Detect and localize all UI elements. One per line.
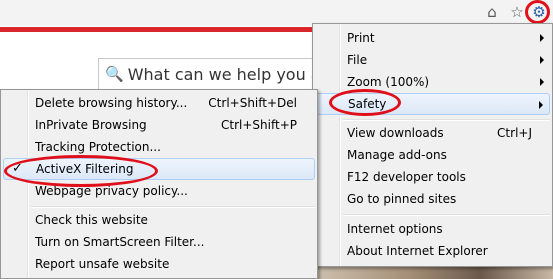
menu-item-label: Delete browsing history... — [35, 96, 188, 110]
search-icon: 🔍 — [105, 65, 124, 83]
menu-separator — [31, 206, 315, 208]
menu-item-label: Check this website — [35, 213, 148, 227]
menu-item-inprivate[interactable]: InPrivate Browsing Ctrl+Shift+P — [3, 114, 315, 136]
menu-item-shortcut: Ctrl+Shift+Del — [208, 96, 297, 110]
menu-item-activex-filtering[interactable]: ✓ ActiveX Filtering — [3, 158, 315, 180]
menu-item-file[interactable]: File — [315, 49, 550, 71]
menu-item-label: View downloads — [347, 126, 444, 140]
menu-item-print[interactable]: Print — [315, 27, 550, 49]
star-icon[interactable]: ☆ — [508, 3, 526, 21]
tools-menu: Print File Zoom (100%) Safety View downl… — [312, 23, 553, 267]
menu-item-label: Internet options — [347, 222, 443, 236]
menu-item-label: ActiveX Filtering — [36, 162, 134, 176]
gear-annotation-ring — [525, 0, 550, 24]
menu-item-pinned-sites[interactable]: Go to pinned sites — [315, 188, 550, 210]
menu-item-shortcut: Ctrl+Shift+P — [221, 118, 297, 132]
menu-separator — [343, 214, 550, 216]
menu-item-manage-addons[interactable]: Manage add-ons — [315, 144, 550, 166]
submenu-arrow-icon — [540, 78, 544, 86]
submenu-arrow-icon — [539, 101, 543, 109]
menu-item-f12-developer-tools[interactable]: F12 developer tools — [315, 166, 550, 188]
menu-item-tracking-protection[interactable]: Tracking Protection... — [3, 136, 315, 158]
menu-item-about[interactable]: About Internet Explorer — [315, 240, 550, 262]
menu-item-label: Manage add-ons — [347, 148, 447, 162]
menu-item-internet-options[interactable]: Internet options — [315, 218, 550, 240]
checkmark-icon: ✓ — [12, 161, 23, 176]
safety-submenu: Delete browsing history... Ctrl+Shift+De… — [0, 89, 318, 279]
menu-item-zoom[interactable]: Zoom (100%) — [315, 71, 550, 93]
menu-item-label: Turn on SmartScreen Filter... — [35, 235, 205, 249]
menu-item-label: InPrivate Browsing — [35, 118, 147, 132]
menu-item-safety[interactable]: Safety — [315, 93, 550, 115]
menu-item-smartscreen[interactable]: Turn on SmartScreen Filter... — [3, 231, 315, 253]
menu-item-label: Report unsafe website — [35, 257, 170, 271]
menu-item-label: Go to pinned sites — [347, 192, 457, 206]
menu-item-view-downloads[interactable]: View downloads Ctrl+J — [315, 122, 550, 144]
menu-item-label: File — [347, 53, 368, 67]
menu-item-label: F12 developer tools — [347, 170, 466, 184]
search-placeholder: What can we help you a — [127, 64, 321, 84]
home-icon[interactable]: ⌂ — [483, 3, 501, 21]
submenu-arrow-icon — [540, 34, 544, 42]
menu-item-shortcut: Ctrl+J — [497, 126, 532, 140]
site-search-input[interactable]: 🔍 What can we help you a — [98, 58, 338, 90]
menu-item-check-website[interactable]: Check this website — [3, 209, 315, 231]
menu-item-label: Zoom (100%) — [347, 75, 430, 89]
menu-item-label: About Internet Explorer — [347, 244, 488, 258]
menu-item-label: Print — [347, 31, 375, 45]
submenu-arrow-icon — [540, 56, 544, 64]
menu-item-privacy-policy[interactable]: Webpage privacy policy... — [3, 180, 315, 202]
menu-item-label: Tracking Protection... — [35, 140, 161, 154]
menu-separator — [343, 119, 550, 121]
menu-item-label: Safety — [348, 97, 387, 111]
menu-item-report-unsafe[interactable]: Report unsafe website — [3, 253, 315, 275]
menu-item-delete-history[interactable]: Delete browsing history... Ctrl+Shift+De… — [3, 92, 315, 114]
menu-item-label: Webpage privacy policy... — [35, 184, 188, 198]
